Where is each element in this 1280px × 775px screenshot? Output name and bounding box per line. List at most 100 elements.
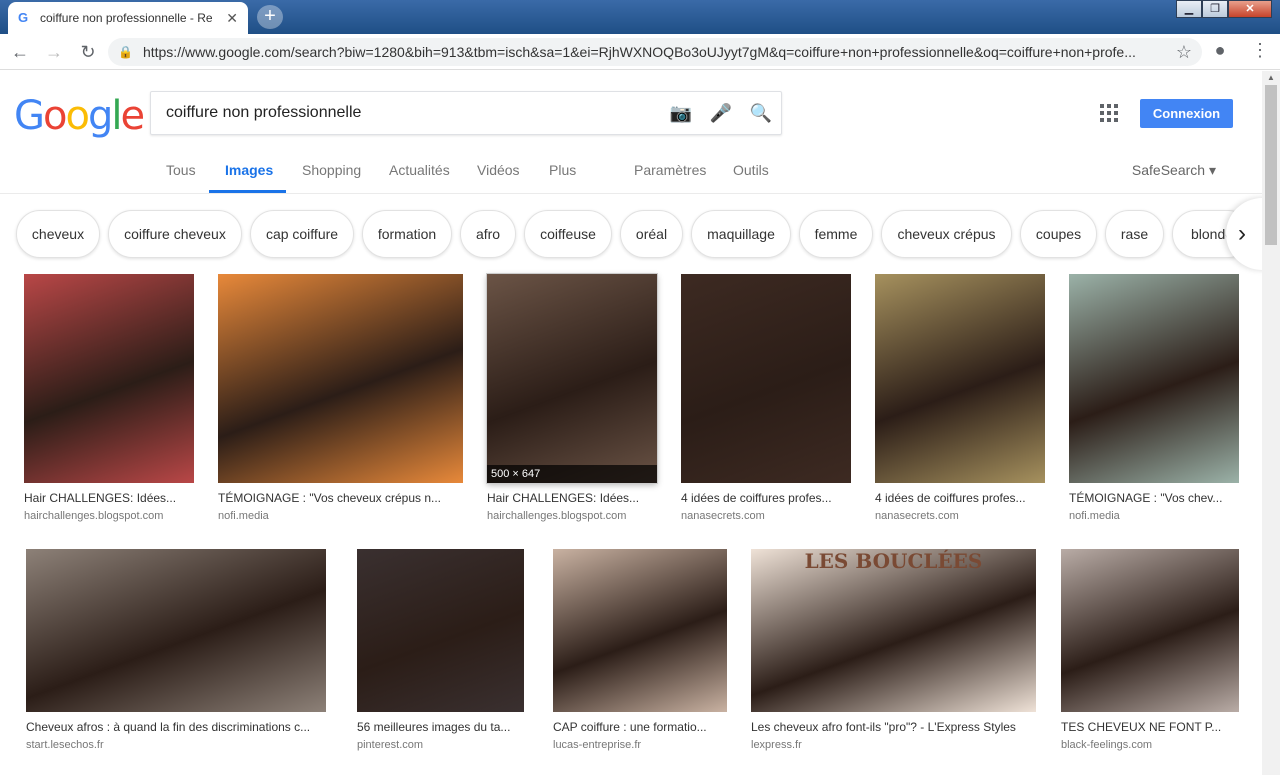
result-thumbnail[interactable] [26,549,326,712]
result-source: lucas-entreprise.fr [553,739,642,751]
image-result[interactable]: LES BOUCLÉES Les cheveux afro font-ils "… [751,549,1036,751]
chip[interactable]: maquillage [691,210,791,258]
result-caption[interactable]: TÉMOIGNAGE : "Vos cheveux crépus n... [218,491,463,505]
result-thumbnail[interactable] [1061,549,1239,712]
scrollbar-thumb[interactable] [1265,85,1277,245]
chip[interactable]: afro [460,210,516,258]
chip[interactable]: femme [799,210,873,258]
result-thumbnail[interactable]: 500 × 647 [487,274,657,483]
result-source: start.lesechos.fr [26,739,104,751]
browser-tabstrip: G coiffure non professionnelle - Re ✕ + … [0,0,1280,34]
result-thumbnail[interactable] [24,274,194,483]
menu-kebab-icon[interactable]: ⋮ [1250,40,1270,61]
result-source: lexpress.fr [751,739,802,751]
scroll-up-arrow-icon[interactable]: ▲ [1262,73,1280,82]
tab-images[interactable]: Images [225,162,273,178]
comic-title: LES BOUCLÉES [804,549,983,573]
result-thumbnail[interactable] [1069,274,1239,483]
bookmark-star-icon[interactable]: ☆ [1176,42,1192,63]
tab-tools[interactable]: Outils [733,162,769,178]
image-result[interactable]: TÉMOIGNAGE : "Vos cheveux crépus n... no… [218,274,463,522]
tab-news[interactable]: Actualités [389,162,450,178]
tab-shopping[interactable]: Shopping [302,162,361,178]
result-source: nanasecrets.com [875,510,959,522]
window-controls: ▁ ❐ ✕ [1176,0,1272,18]
tab-all[interactable]: Tous [166,162,196,178]
chip[interactable]: rase [1105,210,1164,258]
result-caption[interactable]: Hair CHALLENGES: Idées... [487,491,657,505]
result-caption[interactable]: 56 meilleures images du ta... [357,720,524,734]
result-thumbnail[interactable] [681,274,851,483]
microphone-icon[interactable]: 🎤 [701,103,741,124]
result-caption[interactable]: CAP coiffure : une formatio... [553,720,727,734]
google-favicon-icon: G [18,10,29,25]
image-result[interactable]: 56 meilleures images du ta... pinterest.… [357,549,524,751]
tab-more[interactable]: Plus [549,162,576,178]
chip[interactable]: cap coiffure [250,210,354,258]
image-result[interactable]: TÉMOIGNAGE : "Vos chev... nofi.media [1069,274,1239,522]
browser-tab[interactable]: G coiffure non professionnelle - Re ✕ [8,2,248,34]
tab-title: coiffure non professionnelle - Re [40,11,213,25]
lock-icon: 🔒 [118,45,133,59]
back-arrow-icon[interactable]: ← [6,38,34,66]
chip[interactable]: coiffeuse [524,210,612,258]
image-result[interactable]: CAP coiffure : une formatio... lucas-ent… [553,549,727,751]
account-icon[interactable]: ● [1210,40,1230,61]
result-source: hairchallenges.blogspot.com [487,510,627,522]
related-search-chips: cheveux coiffure cheveux cap coiffure fo… [0,204,1262,264]
search-nav-tabs: Tous Images Shopping Actualités Vidéos P… [0,150,1262,194]
search-icon[interactable]: 🔍 [741,103,781,124]
result-caption[interactable]: TES CHEVEUX NE FONT P... [1061,720,1239,734]
browser-toolbar: ← → ↻ 🔒 https://www.google.com/search?bi… [0,34,1280,70]
active-tab-indicator [209,190,286,193]
tab-settings[interactable]: Paramètres [634,162,706,178]
tab-videos[interactable]: Vidéos [477,162,520,178]
result-source: nanasecrets.com [681,510,765,522]
url-text[interactable]: https://www.google.com/search?biw=1280&b… [143,44,1168,60]
chip[interactable]: formation [362,210,452,258]
image-result[interactable]: TES CHEVEUX NE FONT P... black-feelings.… [1061,549,1239,751]
sign-in-button[interactable]: Connexion [1140,99,1233,128]
result-thumbnail[interactable] [357,549,524,712]
result-thumbnail[interactable] [218,274,463,483]
apps-grid-icon[interactable] [1100,104,1118,122]
search-input[interactable] [151,104,661,122]
google-logo[interactable]: Google [14,93,145,139]
result-caption[interactable]: TÉMOIGNAGE : "Vos chev... [1069,491,1239,505]
close-tab-icon[interactable]: ✕ [226,10,238,27]
camera-icon[interactable]: 📷 [661,103,701,124]
image-result[interactable]: 4 idées de coiffures profes... nanasecre… [681,274,851,522]
close-window-button[interactable]: ✕ [1228,0,1272,18]
result-source: pinterest.com [357,739,424,751]
chip[interactable]: oréal [620,210,683,258]
result-thumbnail[interactable] [553,549,727,712]
forward-arrow-icon[interactable]: → [40,38,68,66]
chip[interactable]: cheveux [16,210,100,258]
result-source: black-feelings.com [1061,739,1153,751]
chip[interactable]: coupes [1020,210,1097,258]
new-tab-button[interactable]: + [257,5,283,29]
maximize-button[interactable]: ❐ [1202,0,1228,18]
chip[interactable]: coiffure cheveux [108,210,242,258]
image-dimensions-label: 500 × 647 [487,465,657,483]
safesearch-dropdown[interactable]: SafeSearch ▾ [1132,162,1216,179]
search-box: 📷 🎤 🔍 [150,91,782,135]
result-caption[interactable]: 4 idées de coiffures profes... [875,491,1045,505]
minimize-button[interactable]: ▁ [1176,0,1202,18]
result-caption[interactable]: Hair CHALLENGES: Idées... [24,491,194,505]
result-thumbnail[interactable]: LES BOUCLÉES [751,549,1036,712]
image-result[interactable]: 500 × 647 Hair CHALLENGES: Idées... hair… [487,274,657,522]
address-bar[interactable]: 🔒 https://www.google.com/search?biw=1280… [108,38,1202,66]
reload-icon[interactable]: ↻ [74,38,102,66]
image-result[interactable]: Hair CHALLENGES: Idées... hairchallenges… [24,274,194,522]
image-result[interactable]: 4 idées de coiffures profes... nanasecre… [875,274,1045,522]
result-caption[interactable]: Cheveux afros : à quand la fin des discr… [26,720,326,734]
result-thumbnail[interactable] [875,274,1045,483]
result-caption[interactable]: Les cheveux afro font-ils "pro"? - L'Exp… [751,720,1036,734]
image-result[interactable]: Cheveux afros : à quand la fin des discr… [26,549,326,751]
result-source: nofi.media [218,510,269,522]
result-caption[interactable]: 4 idées de coiffures profes... [681,491,851,505]
page-scrollbar[interactable]: ▲ [1262,71,1280,775]
chip[interactable]: cheveux crépus [881,210,1012,258]
result-source: hairchallenges.blogspot.com [24,510,164,522]
